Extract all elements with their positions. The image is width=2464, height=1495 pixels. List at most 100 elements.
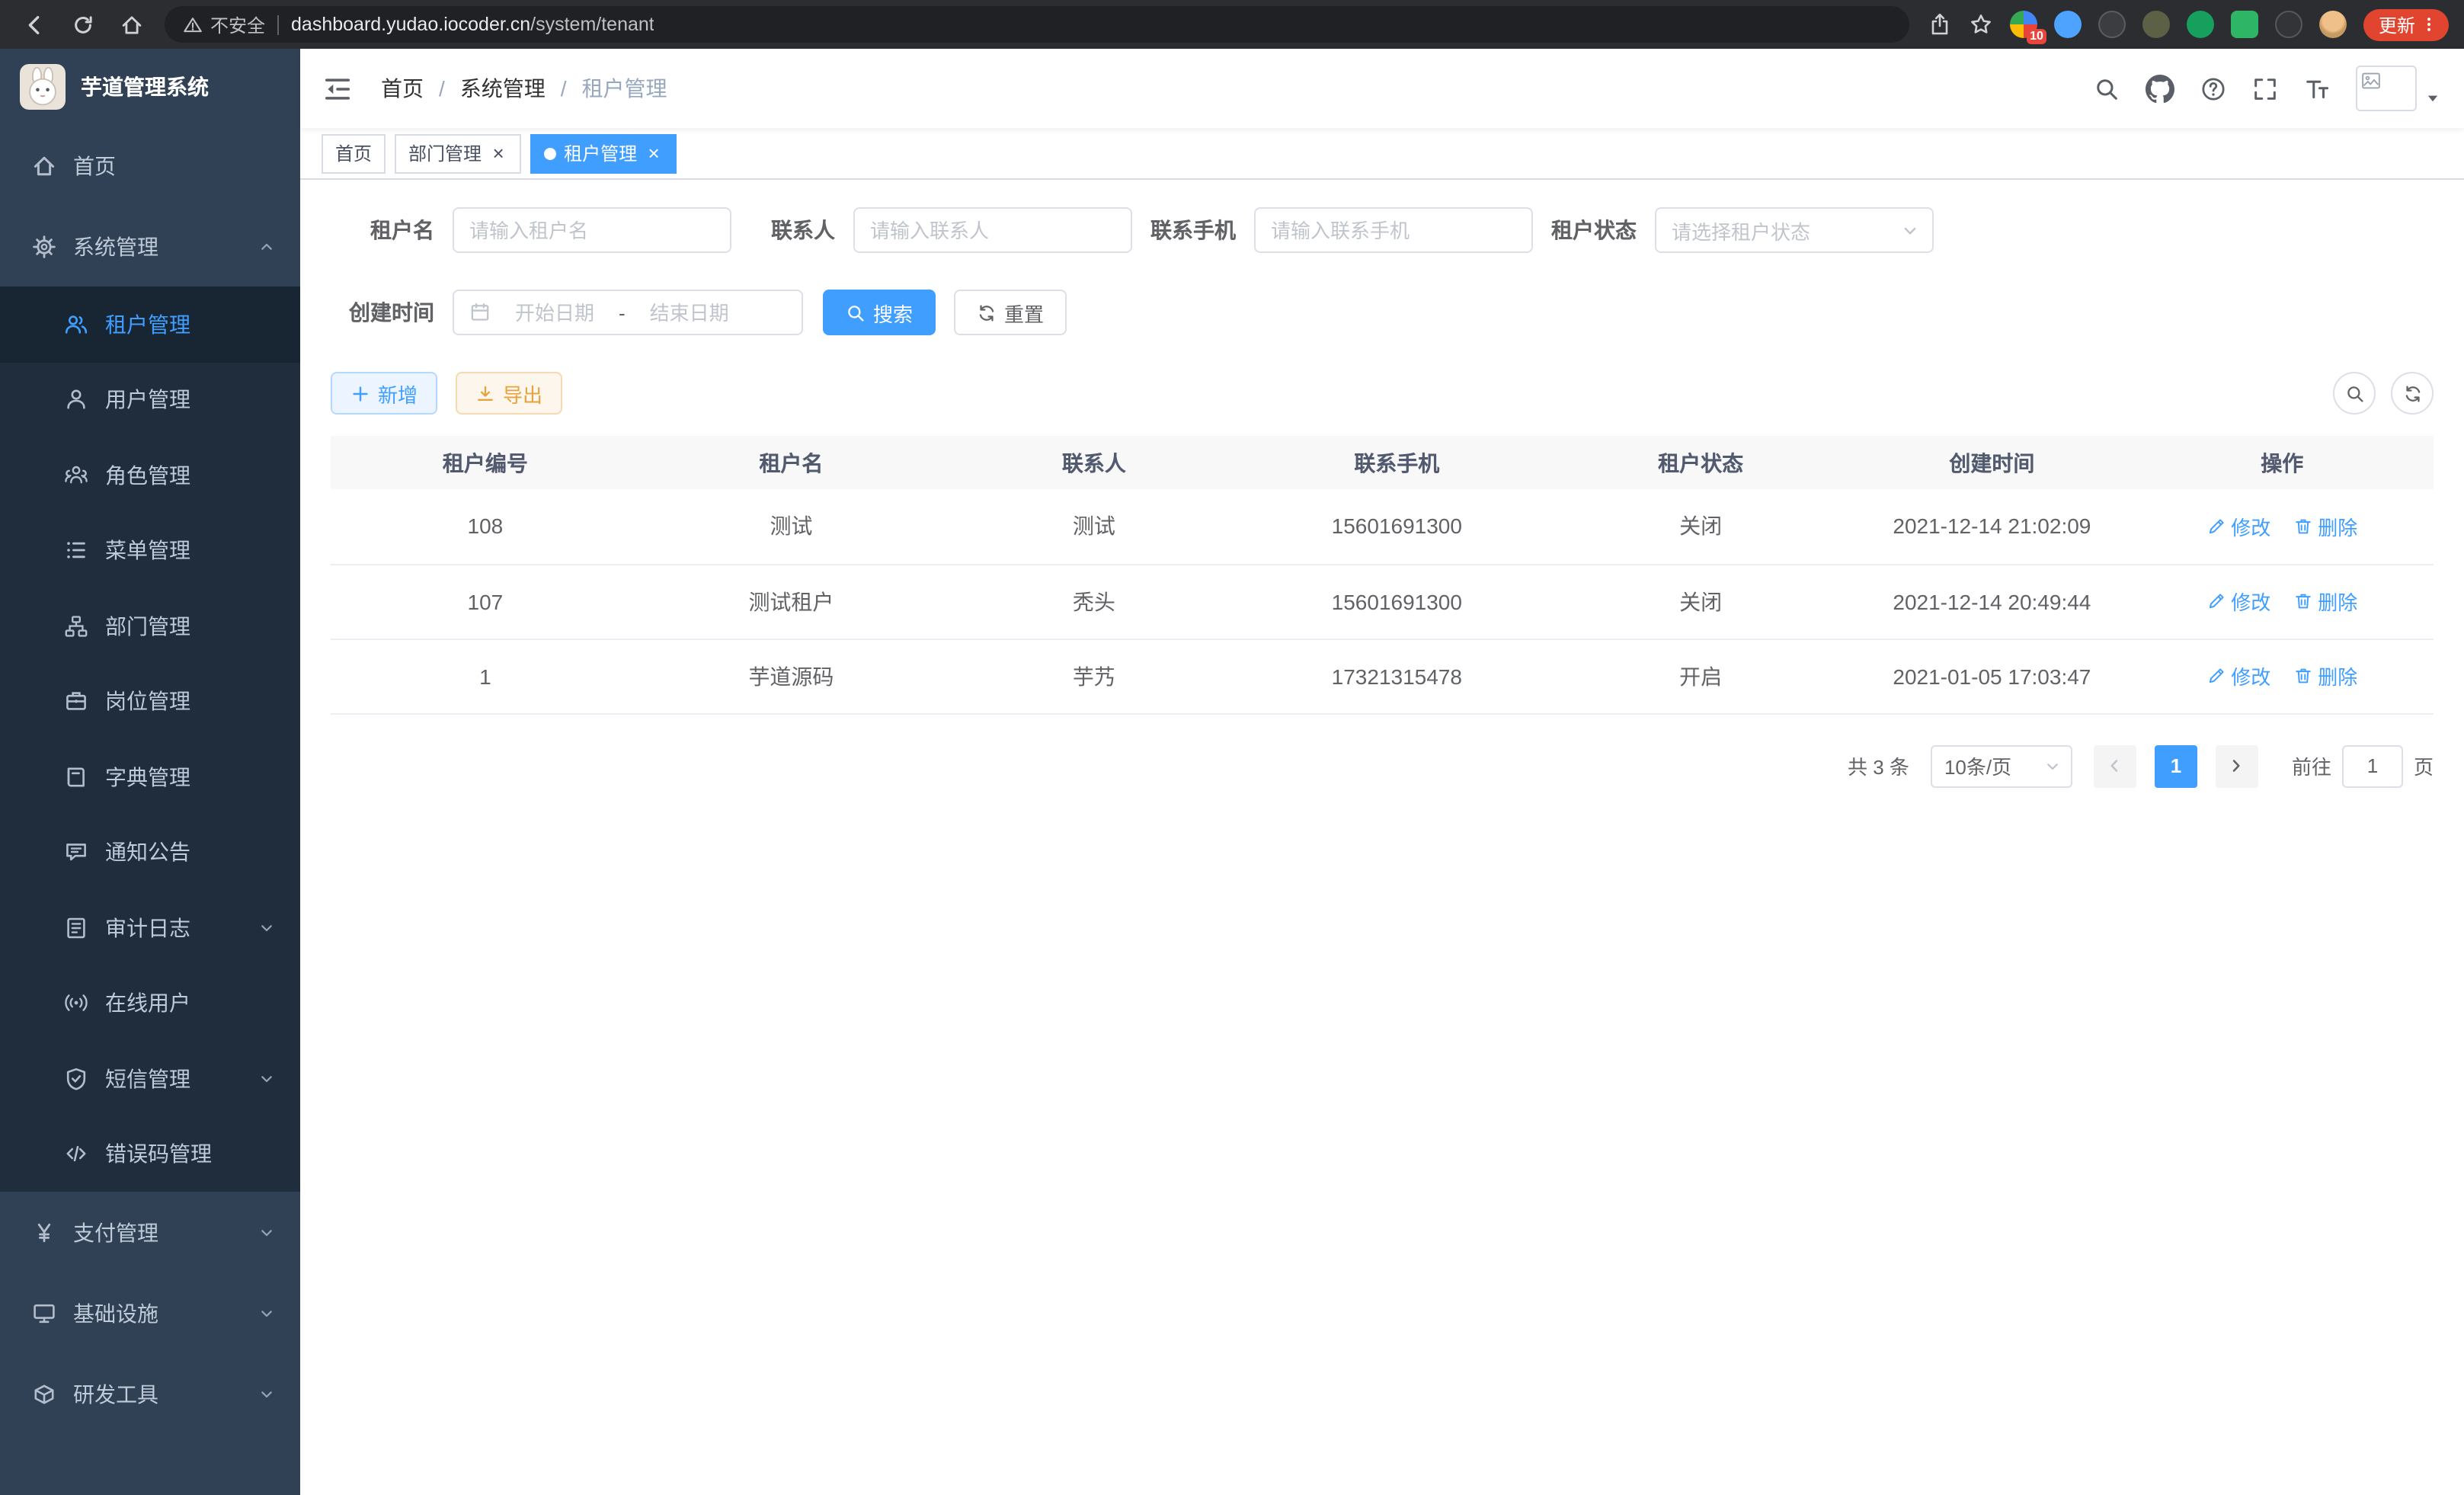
bookmark-star-icon[interactable] bbox=[1969, 12, 1993, 37]
page-number-button[interactable]: 1 bbox=[2155, 744, 2197, 787]
chevron-down-icon bbox=[258, 1223, 276, 1241]
browser-reload-button[interactable] bbox=[64, 5, 102, 43]
cell-created-at: 2021-12-14 20:49:44 bbox=[1853, 564, 2130, 639]
system-submenu: 租户管理 用户管理 角色管理 菜单管理 部门管理 bbox=[0, 287, 300, 1192]
tab-dept[interactable]: 部门管理 × bbox=[395, 133, 521, 173]
sidebar-item-role[interactable]: 角色管理 bbox=[0, 437, 300, 513]
sidebar-item-home[interactable]: 首页 bbox=[0, 125, 300, 206]
sidebar-item-sms[interactable]: 短信管理 bbox=[0, 1041, 300, 1116]
cell-status: 开启 bbox=[1548, 639, 1853, 713]
puzzle-extension-icon[interactable] bbox=[2275, 11, 2302, 38]
screen: 不安全 dashboard.yudao.iocoder.cn/system/te… bbox=[0, 0, 2464, 1495]
delete-button[interactable]: 删除 bbox=[2293, 661, 2357, 690]
question-icon[interactable] bbox=[2200, 75, 2226, 101]
extension-icon[interactable] bbox=[2231, 11, 2258, 38]
date-end-input[interactable] bbox=[636, 301, 743, 324]
reset-button[interactable]: 重置 bbox=[954, 290, 1067, 335]
extension-icon[interactable]: 10 bbox=[2010, 11, 2037, 38]
column-header: 租户名 bbox=[640, 436, 942, 489]
phone-field bbox=[1254, 207, 1533, 253]
browser-back-button[interactable] bbox=[15, 5, 53, 43]
search-button[interactable]: 搜索 bbox=[823, 290, 936, 335]
status-select[interactable]: 请选择租户状态 bbox=[1655, 207, 1934, 253]
edit-button[interactable]: 修改 bbox=[2206, 661, 2270, 690]
extension-icon[interactable] bbox=[2142, 11, 2170, 38]
chrome-update-button[interactable]: 更新 bbox=[2363, 8, 2449, 40]
sidebar-item-user[interactable]: 用户管理 bbox=[0, 362, 300, 437]
browser-menu-icon bbox=[2420, 15, 2438, 34]
breadcrumb-system[interactable]: 系统管理 bbox=[424, 73, 546, 104]
refresh-table-button[interactable] bbox=[2391, 372, 2434, 415]
fullscreen-icon[interactable] bbox=[2252, 75, 2278, 101]
warning-icon bbox=[183, 14, 203, 34]
sidebar-item-devtool[interactable]: 研发工具 bbox=[0, 1353, 300, 1434]
font-size-icon[interactable] bbox=[2304, 75, 2330, 101]
role-icon bbox=[64, 463, 88, 488]
close-icon[interactable]: × bbox=[645, 144, 663, 162]
notice-icon bbox=[64, 840, 88, 865]
cell-tenant-name: 芋道源码 bbox=[640, 639, 942, 713]
github-icon[interactable] bbox=[2146, 74, 2174, 103]
close-icon[interactable]: × bbox=[489, 144, 507, 162]
sidebar-item-menu[interactable]: 菜单管理 bbox=[0, 513, 300, 588]
edit-button[interactable]: 修改 bbox=[2206, 587, 2270, 616]
date-start-input[interactable] bbox=[501, 301, 608, 324]
extension-icon[interactable] bbox=[2098, 11, 2126, 38]
browser-home-button[interactable] bbox=[113, 5, 151, 43]
security-indicator[interactable]: 不安全 bbox=[183, 11, 265, 37]
column-header: 租户状态 bbox=[1548, 436, 1853, 489]
delete-button[interactable]: 删除 bbox=[2293, 587, 2357, 616]
pagination: 共 3 条 10条/页 1 前往 页 bbox=[331, 744, 2434, 787]
add-button[interactable]: 新增 bbox=[331, 372, 437, 415]
export-button[interactable]: 导出 bbox=[456, 372, 562, 415]
page-size-select[interactable]: 10条/页 bbox=[1931, 744, 2072, 787]
toggle-search-button[interactable] bbox=[2333, 372, 2376, 415]
extension-icon[interactable] bbox=[2054, 11, 2082, 38]
contact-input[interactable] bbox=[870, 219, 1115, 242]
sidebar-item-audit-log[interactable]: 审计日志 bbox=[0, 890, 300, 965]
divider bbox=[277, 14, 279, 34]
contact-field bbox=[853, 207, 1132, 253]
refresh-icon bbox=[977, 303, 997, 322]
edit-icon bbox=[2206, 666, 2226, 686]
share-icon[interactable] bbox=[1928, 12, 1952, 37]
goto-page-input[interactable] bbox=[2342, 744, 2403, 787]
sidebar-item-online-user[interactable]: 在线用户 bbox=[0, 965, 300, 1041]
user-avatar-menu[interactable] bbox=[2356, 66, 2441, 111]
tenant-name-input[interactable] bbox=[469, 219, 715, 242]
tab-tenant[interactable]: 租户管理 × bbox=[530, 133, 677, 173]
tab-home[interactable]: 首页 bbox=[322, 133, 386, 173]
sidebar-item-system[interactable]: 系统管理 bbox=[0, 206, 300, 287]
sidebar-item-dict[interactable]: 字典管理 bbox=[0, 739, 300, 815]
sidebar-item-pay[interactable]: 支付管理 bbox=[0, 1192, 300, 1273]
reload-icon bbox=[72, 13, 94, 36]
next-page-button[interactable] bbox=[2216, 744, 2258, 787]
address-bar[interactable]: 不安全 dashboard.yudao.iocoder.cn/system/te… bbox=[165, 6, 1909, 43]
breadcrumb: 首页 系统管理 租户管理 bbox=[381, 73, 667, 104]
broken-image-icon bbox=[2360, 70, 2382, 91]
sidebar-item-tenant[interactable]: 租户管理 bbox=[0, 287, 300, 362]
sidebar-item-post[interactable]: 岗位管理 bbox=[0, 664, 300, 739]
status-placeholder: 请选择租户状态 bbox=[1672, 216, 1810, 245]
sidebar: 芋道管理系统 首页 系统管理 租户管理 用户管理 bbox=[0, 49, 300, 1495]
extension-icon[interactable] bbox=[2187, 11, 2214, 38]
edit-button[interactable]: 修改 bbox=[2206, 512, 2270, 541]
date-range-picker[interactable]: - bbox=[453, 290, 803, 335]
browser-profile-avatar[interactable] bbox=[2319, 11, 2347, 38]
avatar[interactable] bbox=[2356, 66, 2417, 111]
sidebar-item-dept[interactable]: 部门管理 bbox=[0, 588, 300, 664]
search-icon[interactable] bbox=[2094, 75, 2120, 101]
sidebar-collapse-icon[interactable] bbox=[323, 74, 352, 103]
url-text: dashboard.yudao.iocoder.cn/system/tenant bbox=[291, 14, 654, 35]
column-header: 租户编号 bbox=[331, 436, 640, 489]
sidebar-item-notice[interactable]: 通知公告 bbox=[0, 815, 300, 890]
breadcrumb-home[interactable]: 首页 bbox=[381, 73, 424, 104]
phone-input[interactable] bbox=[1271, 219, 1516, 242]
sidebar-item-infra[interactable]: 基础设施 bbox=[0, 1273, 300, 1353]
sidebar-item-errorcode[interactable]: 错误码管理 bbox=[0, 1116, 300, 1192]
delete-button[interactable]: 删除 bbox=[2293, 512, 2357, 541]
shield-icon bbox=[64, 1067, 88, 1091]
prev-page-button[interactable] bbox=[2094, 744, 2136, 787]
app-logo[interactable]: 芋道管理系统 bbox=[0, 49, 300, 125]
browser-chrome: 不安全 dashboard.yudao.iocoder.cn/system/te… bbox=[0, 0, 2464, 49]
